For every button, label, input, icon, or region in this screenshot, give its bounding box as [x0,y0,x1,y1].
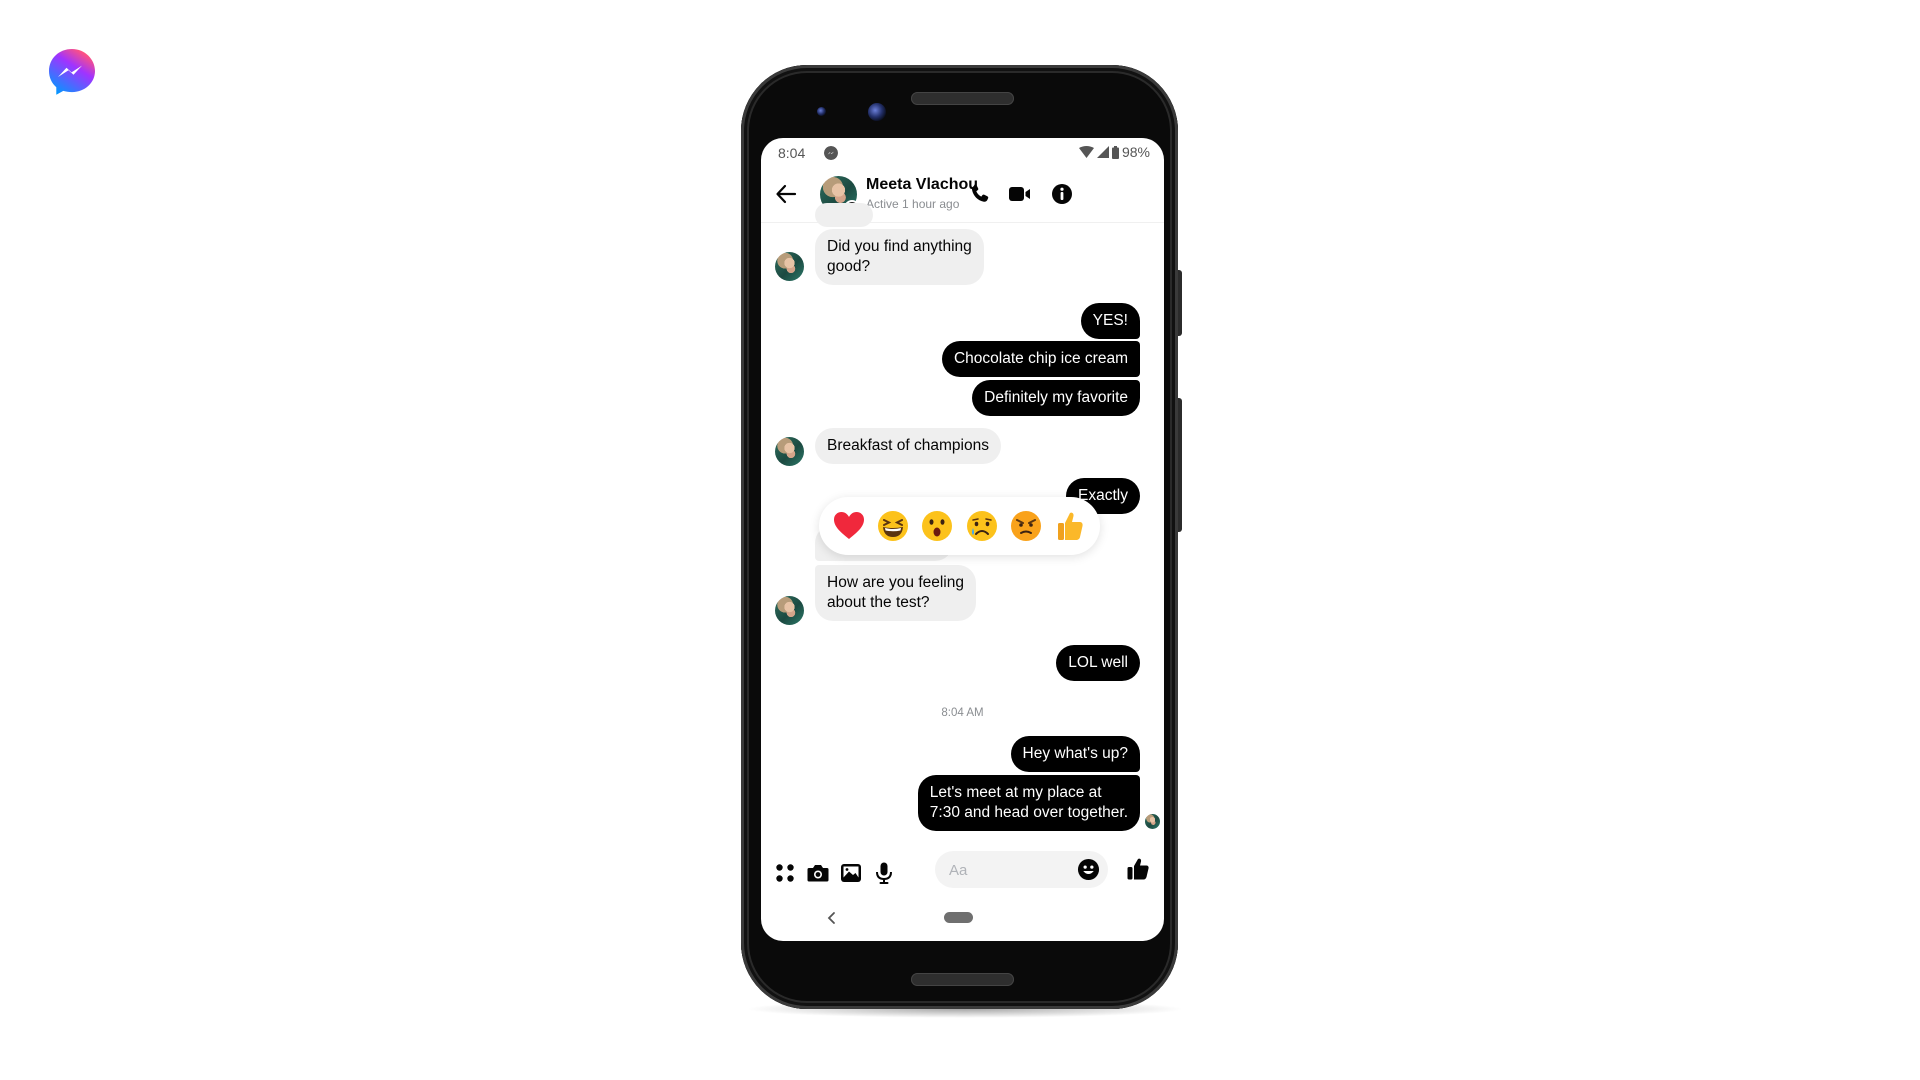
message-bubble[interactable]: LOL well [1056,645,1140,681]
video-camera-icon[interactable] [1008,182,1032,206]
message-list[interactable]: Did you find anything good? YES! Chocola… [761,203,1164,853]
front-camera [868,103,886,121]
message-bubble[interactable]: Did you find anything good? [815,229,984,285]
message-bubble[interactable]: Chocolate chip ice cream [941,341,1140,377]
phone-icon[interactable] [968,182,992,206]
message-bubble[interactable]: YES! [1080,303,1140,339]
message-bubble-partial[interactable] [815,203,873,227]
laughing-reaction-icon[interactable] [876,509,910,543]
reaction-picker [819,497,1100,555]
home-pill-icon[interactable] [944,912,973,923]
read-receipt-avatar [1145,814,1160,829]
arrow-left-icon[interactable] [775,183,797,205]
active-status: Active 1 hour ago [866,197,960,211]
bottom-speaker [911,973,1014,986]
system-nav-bar [761,898,1164,938]
earpiece-speaker [911,92,1014,105]
sender-avatar [775,437,804,466]
message-bubble[interactable]: Hey what's up? [1010,736,1140,772]
message-bubble[interactable]: Definitely my favorite [972,380,1140,416]
wifi-icon [1078,146,1094,158]
sad-reaction-icon[interactable] [965,509,999,543]
message-input[interactable] [947,851,1071,890]
battery-percent: 98% [1121,144,1150,160]
message-input-wrapper [935,851,1108,890]
message-bubble[interactable]: How are you feeling about the test? [815,565,976,621]
smiley-icon[interactable] [1077,858,1100,881]
message-bubble[interactable]: Let's meet at my place at 7:30 and head … [917,775,1140,831]
microphone-icon[interactable] [872,861,896,885]
messenger-notification-icon [824,146,838,160]
timestamp: 8:04 AM [941,707,984,719]
chevron-left-icon[interactable] [825,910,839,926]
wow-reaction-icon[interactable] [920,509,954,543]
message-bubble[interactable]: Breakfast of champions [815,428,1001,464]
status-bar: 8:04 98% [761,138,1164,166]
signal-icon [1096,146,1109,158]
status-time: 8:04 [778,145,806,161]
phone-screen: 8:04 98% Meeta Vlachou Active 1 hour ago [761,138,1164,941]
front-sensor [817,107,826,116]
four-dots-icon[interactable] [773,861,797,885]
sender-avatar [775,596,804,625]
heart-reaction-icon[interactable] [832,509,866,543]
info-icon[interactable] [1050,182,1074,206]
battery-icon [1111,145,1119,159]
camera-icon[interactable] [806,861,830,885]
message-composer [761,851,1164,895]
sender-avatar [775,252,804,281]
contact-name[interactable]: Meeta Vlachou [866,176,978,194]
thumbs-up-icon[interactable] [1125,856,1151,882]
image-icon[interactable] [839,861,863,885]
angry-reaction-icon[interactable] [1009,509,1043,543]
thumbs-up-reaction-icon[interactable] [1053,509,1087,543]
messenger-logo-icon [49,49,95,95]
